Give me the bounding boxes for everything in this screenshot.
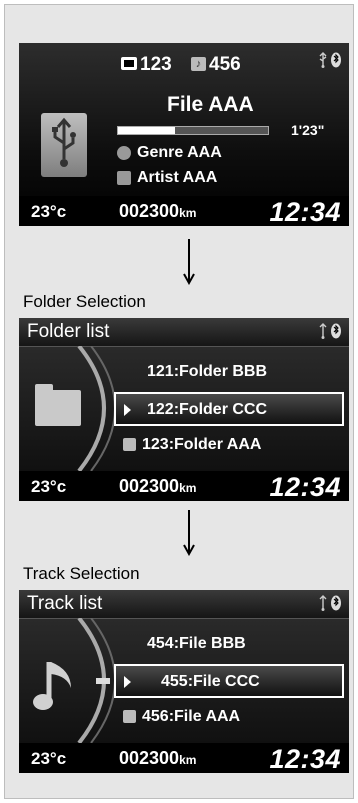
status-bar: 23°c 002300km 12:34 — [19, 743, 349, 773]
track-item[interactable]: 454:File BBB — [147, 635, 246, 653]
track-count: 456 — [209, 54, 241, 75]
track-item-playing[interactable]: 456:File AAA — [123, 708, 240, 726]
temperature: 23°c — [31, 202, 67, 221]
track-item-selected[interactable]: 455:File CCC — [114, 664, 344, 698]
artist-text: Artist AAA — [137, 169, 218, 186]
genre-icon — [117, 146, 131, 160]
clock: 12:34 — [269, 197, 341, 226]
usb-symbol-icon — [52, 117, 76, 167]
track-list-title: Track list — [27, 593, 103, 614]
track-count-icon: ♪ — [191, 57, 206, 71]
usb-bluetooth-icon — [319, 595, 341, 611]
music-note-icon — [33, 662, 71, 710]
status-bar: 23°c 002300km 12:34 — [19, 196, 349, 226]
artist-icon — [117, 171, 131, 185]
track-selection-label: Track Selection — [23, 564, 140, 583]
track-time: 1'23" — [291, 122, 325, 138]
manual-page: 123 ♪ 456 File AAA 1'23" Genre AAA Artis… — [4, 4, 354, 799]
folder-list-screen: Folder list 121:Folder BBB 122:Folder CC… — [19, 318, 349, 501]
temperature: 23°c — [31, 477, 67, 496]
odometer: 002300km — [119, 748, 197, 768]
usb-icon — [319, 52, 341, 68]
down-arrow-icon — [183, 239, 195, 285]
odometer: 002300km — [119, 476, 197, 496]
folder-icon — [35, 384, 81, 426]
folder-list-header: Folder list — [19, 318, 349, 347]
music-note-icon — [123, 438, 136, 451]
status-bar: 23°c 002300km 12:34 — [19, 471, 349, 501]
folder-list-title: Folder list — [27, 321, 110, 342]
folder-count: 123 — [140, 54, 172, 75]
track-list-screen: Track list 454:File BBB 455:File CCC 456… — [19, 590, 349, 773]
temperature: 23°c — [31, 749, 67, 768]
selection-pointer-icon — [124, 676, 131, 688]
folder-item[interactable]: 121:Folder BBB — [147, 363, 267, 381]
track-list-header: Track list — [19, 590, 349, 619]
folder-count-icon — [121, 57, 137, 70]
progress-bar — [117, 126, 269, 135]
genre-text: Genre AAA — [137, 144, 222, 161]
folder-item-playing[interactable]: 123:Folder AAA — [123, 436, 261, 454]
selection-pointer-icon — [124, 404, 131, 416]
usb-bluetooth-icon — [319, 323, 341, 339]
progress-fill — [118, 127, 175, 134]
track-title: File AAA — [167, 93, 254, 116]
music-note-icon — [123, 710, 136, 723]
clock: 12:34 — [269, 472, 341, 501]
usb-device-icon — [41, 113, 87, 177]
now-playing-screen: 123 ♪ 456 File AAA 1'23" Genre AAA Artis… — [19, 43, 349, 226]
usb-bluetooth-status — [317, 51, 343, 74]
down-arrow-icon — [183, 510, 195, 556]
folder-item-selected[interactable]: 122:Folder CCC — [114, 392, 344, 426]
odometer: 002300km — [119, 201, 197, 221]
folder-selection-label: Folder Selection — [23, 292, 146, 311]
wheel-connector — [96, 678, 110, 684]
clock: 12:34 — [269, 744, 341, 773]
